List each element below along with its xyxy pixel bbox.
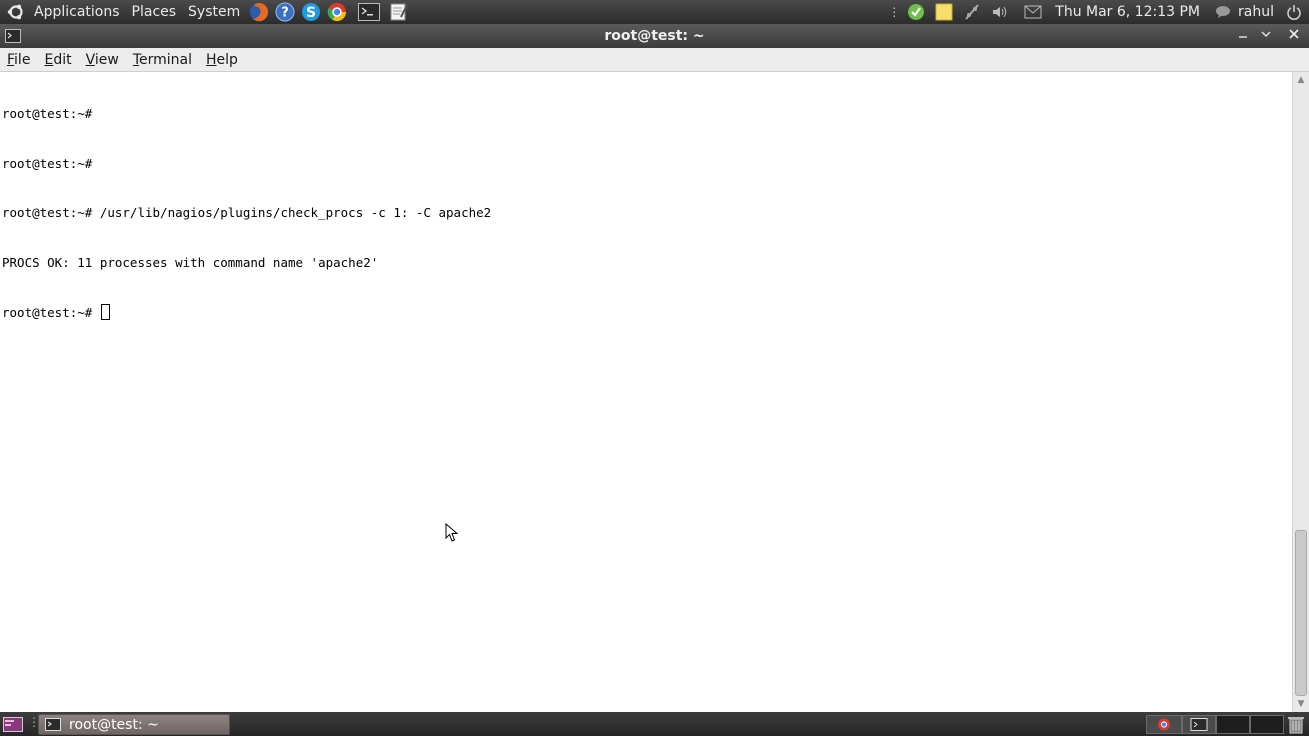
chrome-icon [1158,718,1170,731]
window-titlebar[interactable]: root@test: ~ [0,24,1309,48]
bottom-panel: ⋮ root@test: ~ [0,712,1309,736]
menu-view-accel: V [85,51,95,68]
terminal-prompt: root@test:~# [2,305,100,320]
taskbar-terminal-label: root@test: ~ [69,716,159,733]
terminal-icon [45,718,61,731]
system-menu[interactable]: System [182,0,246,24]
user-name[interactable]: rahul [1236,4,1280,20]
maximize-button[interactable] [1256,25,1276,43]
menu-view[interactable]: View [79,52,126,68]
menu-help-accel: H [206,51,217,68]
mouse-pointer-icon [445,523,459,542]
menu-file[interactable]: File [0,52,37,68]
skype-icon[interactable]: S [300,1,322,23]
workspace-3[interactable] [1216,715,1250,734]
firefox-icon[interactable] [248,1,270,23]
menu-file-label: ile [14,51,31,68]
workspace-2[interactable] [1182,715,1216,734]
applications-menu[interactable]: Applications [28,0,126,24]
chrome-icon[interactable] [326,1,348,23]
workspace-1[interactable] [1146,715,1182,734]
minimize-button[interactable] [1233,25,1253,43]
network-icon[interactable] [961,1,983,23]
terminal-line: root@test:~# /usr/lib/nagios/plugins/che… [2,205,492,220]
scroll-down-arrow-icon[interactable]: ▼ [1295,698,1307,710]
window-title: root@test: ~ [604,28,705,44]
notification-area: ⋮ Thu Mar 6, 12:13 PM rahul [888,0,1309,24]
panel-separator: ⋮ [888,5,901,19]
mail-icon[interactable] [1022,1,1044,23]
text-editor-icon[interactable] [388,1,410,23]
text-cursor [100,304,110,320]
taskbar-terminal-button[interactable]: root@test: ~ [38,714,230,735]
close-icon [1289,29,1299,39]
menu-terminal-label: erminal [139,51,192,68]
show-desktop-icon[interactable] [3,717,23,732]
menu-view-label: iew [94,51,119,68]
svg-text:S: S [306,5,316,21]
menu-edit-accel: E [44,51,54,68]
menu-terminal[interactable]: Terminal [126,52,199,68]
minimize-icon [1239,36,1247,38]
menu-help[interactable]: Help [199,52,245,68]
terminal-line: root@test:~# [2,155,93,171]
update-check-icon[interactable] [905,1,927,23]
sticky-notes-icon[interactable] [933,1,955,23]
menu-edit[interactable]: Edit [37,52,78,68]
scroll-up-arrow-icon[interactable]: ▲ [1295,74,1307,86]
terminal-scrollbar[interactable]: ▲ ▼ [1292,72,1309,712]
trash-icon[interactable] [1287,715,1305,734]
ubuntu-logo-icon[interactable] [4,0,28,24]
chevron-down-icon [1261,31,1271,38]
svg-text:?: ? [281,6,289,21]
terminal-prompt-line: root@test:~# [2,304,1292,321]
terminal-output[interactable]: root@test:~# root@test:~# root@test:~# /… [0,72,1292,712]
terminal-line: root@test:~# [2,106,93,121]
terminal-icon [1190,718,1208,731]
help-icon[interactable]: ? [274,1,296,23]
scrollbar-thumb[interactable] [1295,530,1307,696]
places-menu[interactable]: Places [126,0,183,24]
top-panel: Applications Places System ? S ⋮ Thu Mar… [0,0,1309,24]
clock[interactable]: Thu Mar 6, 12:13 PM [1047,4,1210,20]
menubar: File Edit View Terminal Help [0,48,1309,72]
volume-icon[interactable] [989,1,1011,23]
terminal-icon[interactable] [358,1,381,23]
chat-status-icon[interactable] [1212,1,1234,23]
close-button[interactable] [1284,25,1304,43]
terminal-line: PROCS OK: 11 processes with command name… [2,254,379,270]
menu-edit-label: dit [53,51,72,68]
power-icon[interactable] [1283,1,1305,23]
menu-help-label: elp [216,51,238,68]
workspace-4[interactable] [1250,715,1284,734]
menu-file-accel: F [7,51,15,68]
